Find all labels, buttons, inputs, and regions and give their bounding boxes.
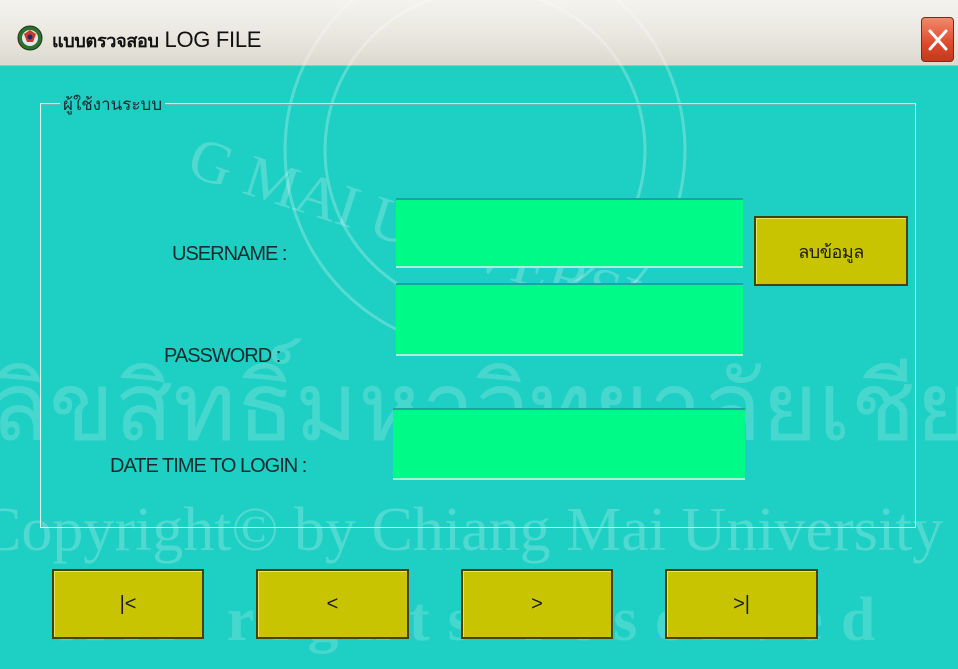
previous-record-button[interactable]: < [256,569,409,639]
datetime-label: DATE TIME TO LOGIN : [110,455,307,477]
clear-data-button[interactable]: ลบข้อมูล [754,216,908,286]
datetime-input[interactable] [393,408,745,480]
window-title: แบบตรวจสอบ LOG FILE [52,26,261,55]
next-record-button[interactable]: > [461,569,613,639]
window-title-thai: แบบตรวจสอบ [52,31,159,51]
close-icon [928,29,948,51]
close-button[interactable] [921,17,954,62]
group-legend: ผู้ใช้งานระบบ [60,96,166,114]
password-label: PASSWORD : [164,345,281,367]
password-input[interactable] [396,283,743,356]
window-title-latin: LOG FILE [164,27,262,52]
log-file-window: แบบตรวจสอบ LOG FILE G MAI UNIVERSITY ลิข… [0,0,958,669]
app-logo-icon [16,24,44,52]
username-input[interactable] [396,198,743,268]
username-label: USERNAME : [172,243,287,265]
first-record-button[interactable]: |< [52,569,204,639]
title-bar[interactable]: แบบตรวจสอบ LOG FILE [0,0,958,66]
last-record-button[interactable]: >| [665,569,818,639]
